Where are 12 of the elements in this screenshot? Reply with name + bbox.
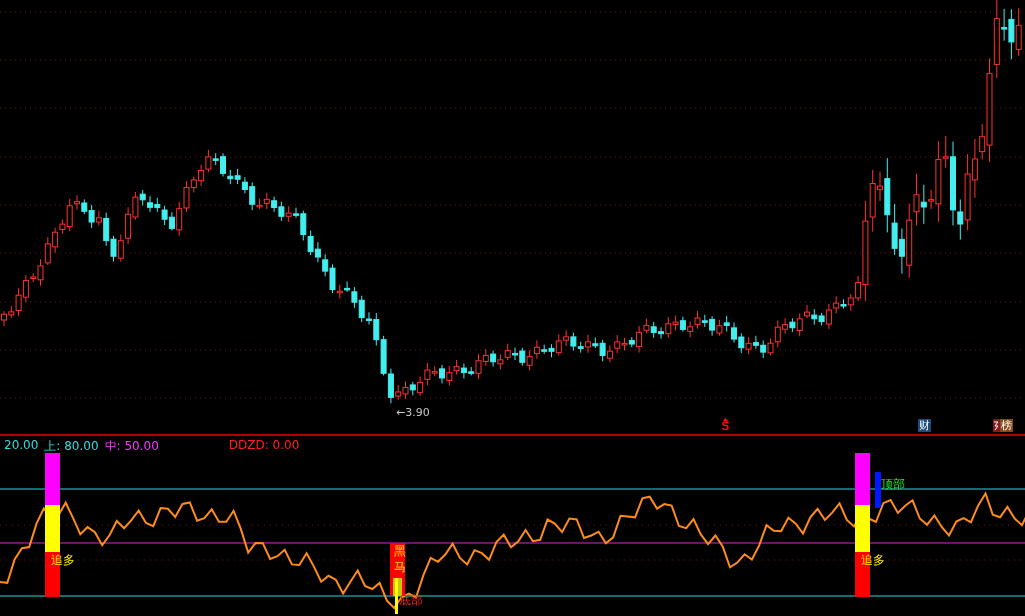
legend-value: 20.00 <box>4 438 39 454</box>
legend-value: DDZD: 0.00 <box>228 438 300 454</box>
tag-badge: 财 <box>918 419 931 432</box>
legend-value: 中: 50.00 <box>104 438 159 455</box>
signal-label: 底部 <box>399 593 423 607</box>
legend-value: 上: 80.00 <box>44 438 99 455</box>
tag-badge-icon <box>993 419 1000 432</box>
signal-bar-drawing <box>875 472 881 508</box>
dollar-icon <box>722 418 729 430</box>
signal-label: 顶部 <box>881 477 905 491</box>
low-price-label: ←3.90 <box>396 406 430 419</box>
tag-badge: 榜 <box>1000 419 1013 432</box>
